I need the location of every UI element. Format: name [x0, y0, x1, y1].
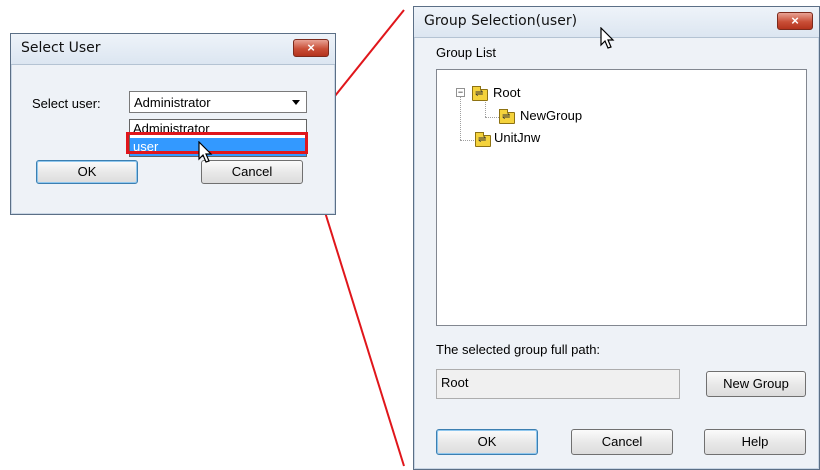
chevron-down-icon[interactable] [292, 100, 300, 105]
dialog-title: Select User [21, 40, 101, 56]
group-selection-dialog: Group Selection(user) × Group List − Roo… [413, 6, 820, 470]
select-user-titlebar: Select User × [11, 34, 335, 65]
selected-path-label: The selected group full path: [436, 342, 601, 357]
cancel-button[interactable]: Cancel [201, 160, 303, 184]
ok-button[interactable]: OK [36, 160, 138, 184]
folder-icon [475, 132, 491, 147]
tree-line [485, 117, 499, 118]
group-selection-titlebar: Group Selection(user) × [414, 7, 819, 38]
group-tree[interactable]: − Root NewGroup UnitJnw [436, 69, 807, 326]
selected-path-field: Root [436, 369, 680, 399]
tree-node-newgroup[interactable]: NewGroup [520, 108, 582, 123]
close-button[interactable]: × [777, 12, 813, 30]
highlight-box [126, 132, 308, 154]
new-group-button[interactable]: New Group [706, 371, 806, 397]
select-user-dialog: Select User × Select user: Administrator… [10, 33, 336, 215]
close-icon: × [307, 40, 315, 55]
tree-node-unitjnw[interactable]: UnitJnw [494, 130, 540, 145]
help-button[interactable]: Help [704, 429, 806, 455]
ok-button[interactable]: OK [436, 429, 538, 455]
selected-path-value: Root [441, 375, 469, 390]
tree-line [460, 96, 461, 140]
user-combobox[interactable]: Administrator [129, 91, 307, 113]
close-button[interactable]: × [293, 39, 329, 57]
mouse-cursor-icon [198, 141, 213, 163]
close-icon: × [791, 13, 799, 28]
dialog-title: Group Selection(user) [424, 13, 578, 29]
tree-collapse-toggle[interactable]: − [456, 88, 465, 97]
tree-node-root[interactable]: Root [493, 85, 520, 100]
tree-line [460, 140, 474, 141]
mouse-cursor-icon [600, 27, 615, 49]
select-user-label: Select user: [32, 96, 101, 111]
combo-value: Administrator [134, 95, 211, 110]
group-list-label: Group List [436, 45, 496, 60]
folder-icon [472, 86, 488, 101]
folder-icon [499, 109, 515, 124]
cancel-button[interactable]: Cancel [571, 429, 673, 455]
